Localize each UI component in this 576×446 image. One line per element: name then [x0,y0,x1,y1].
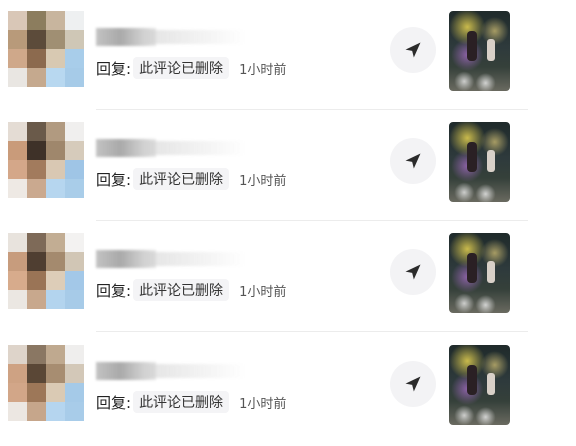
reply-line: 回复: 此评论已删除 1小时前 [96,167,286,191]
reply-prefix: 回复: [96,393,132,412]
divider [96,109,528,110]
avatar[interactable] [8,122,84,198]
send-button[interactable] [390,361,436,407]
reply-text: 此评论已删除 [133,279,230,301]
reply-line: 回复: 此评论已删除 1小时前 [96,390,286,414]
reply-time: 1小时前 [239,173,287,189]
notification-item[interactable]: 回复: 此评论已删除 1小时前 [0,111,576,223]
send-icon [405,153,421,169]
video-thumbnail[interactable] [449,122,510,202]
video-thumbnail[interactable] [449,11,510,91]
avatar[interactable] [8,11,84,87]
reply-text: 此评论已删除 [133,168,230,190]
send-button[interactable] [390,249,436,295]
username-blurred[interactable] [96,139,246,157]
reply-prefix: 回复: [96,59,132,78]
reply-prefix: 回复: [96,170,132,189]
send-icon [405,42,421,58]
username-blurred[interactable] [96,250,246,268]
reply-line: 回复: 此评论已删除 1小时前 [96,56,286,80]
reply-text: 此评论已删除 [133,57,230,79]
username-blurred[interactable] [96,28,246,46]
notification-list: 回复: 此评论已删除 1小时前 回复: 此评论已删除 1小时前 回复: 此评论已… [0,0,576,446]
notification-item[interactable]: 回复: 此评论已删除 1小时前 [0,222,576,334]
reply-line: 回复: 此评论已删除 1小时前 [96,278,286,302]
send-icon [405,376,421,392]
notification-item[interactable]: 回复: 此评论已删除 1小时前 [0,0,576,112]
avatar[interactable] [8,233,84,309]
divider [96,220,528,221]
reply-time: 1小时前 [239,396,287,412]
video-thumbnail[interactable] [449,233,510,313]
send-button[interactable] [390,138,436,184]
avatar[interactable] [8,345,84,421]
send-icon [405,264,421,280]
video-thumbnail[interactable] [449,345,510,425]
divider [96,331,528,332]
reply-prefix: 回复: [96,281,132,300]
notification-item[interactable]: 回复: 此评论已删除 1小时前 [0,334,576,446]
reply-time: 1小时前 [239,62,287,78]
send-button[interactable] [390,27,436,73]
reply-time: 1小时前 [239,284,287,300]
username-blurred[interactable] [96,362,246,380]
reply-text: 此评论已删除 [133,391,230,413]
